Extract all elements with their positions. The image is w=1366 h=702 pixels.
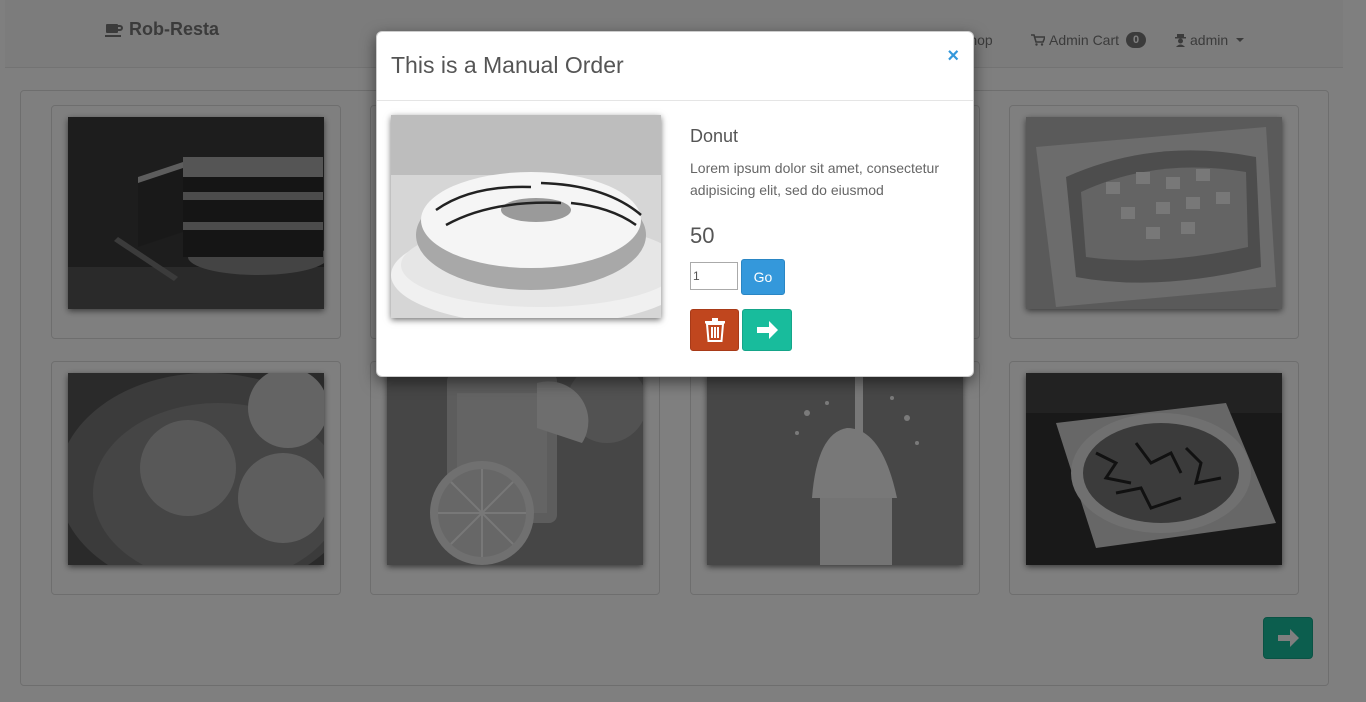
close-icon[interactable]: × (947, 45, 959, 68)
trash-icon (704, 318, 725, 342)
next-button[interactable] (742, 309, 792, 351)
product-description: Lorem ipsum dolor sit amet, consectetur … (690, 160, 939, 198)
modal-header: This is a Manual Order × (377, 32, 973, 101)
quantity-input[interactable] (690, 262, 738, 290)
product-price: 50 (690, 223, 715, 248)
arrow-right-icon (757, 321, 778, 339)
product-name: Donut (690, 126, 739, 146)
modal-title: This is a Manual Order (391, 52, 624, 78)
manual-order-modal: This is a Manual Order × Donut Lorem ips… (376, 31, 974, 377)
donut-image (391, 115, 661, 318)
delete-button[interactable] (690, 309, 739, 351)
go-button[interactable]: Go (741, 259, 785, 295)
